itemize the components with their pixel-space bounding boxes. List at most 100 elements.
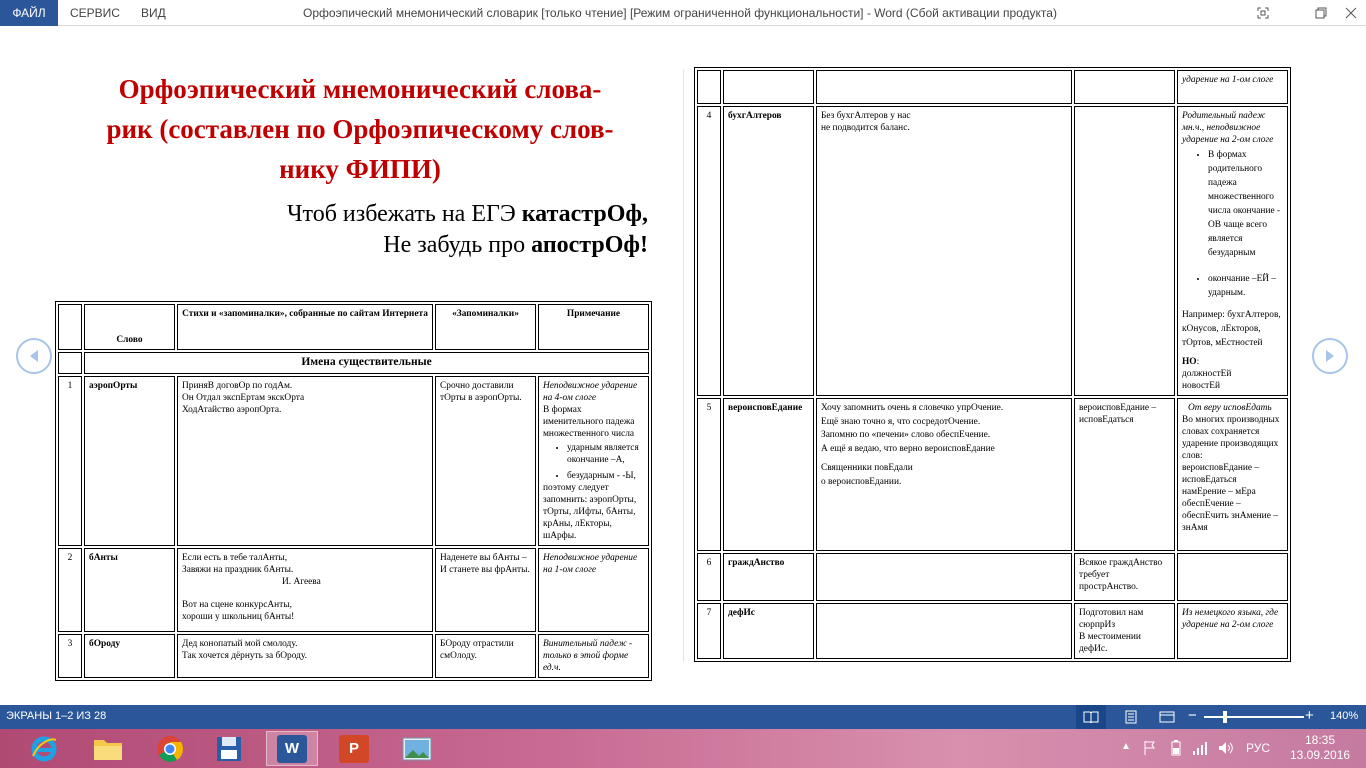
web-layout-button[interactable] xyxy=(1152,705,1182,729)
note-example: Например: бухгАлтеров, кОнусов, лЕкторов… xyxy=(1182,310,1281,348)
note-cell: ударение на 1-ом слоге xyxy=(1177,70,1288,104)
screen-counter: ЭКРАНЫ 1–2 ИЗ 28 xyxy=(6,710,107,722)
poem-line: Дед конопатый мой смолоду. xyxy=(182,639,298,649)
table-cell xyxy=(816,70,1072,104)
table-cell xyxy=(697,70,721,104)
epigraph: Чтоб избежать на ЕГЭ катастрОф, Не забуд… xyxy=(150,199,648,261)
note-line: намЕрение – мЕра xyxy=(1182,487,1256,497)
zoom-slider[interactable] xyxy=(1204,716,1304,718)
header-word: Слово xyxy=(84,304,175,350)
note-italic: Родительный падеж мн.ч., неподвижное уда… xyxy=(1182,111,1274,145)
mnemonic-cell: Всякое граждАнство требует прострАнство. xyxy=(1074,553,1175,601)
zoom-out-button[interactable]: − xyxy=(1188,708,1200,725)
header-mnemonics: «Запоминалки» xyxy=(435,304,536,350)
dictionary-table-continued: ударение на 1-ом слоге 4 бухгАлтеров Без… xyxy=(694,67,1291,662)
tab-view[interactable]: ВИД xyxy=(141,0,166,26)
poem-line: Вот на сцене конкурсАнты, xyxy=(182,600,292,610)
table-row: 1 аэропОрты ПриняВ договОр по годАм. Он … xyxy=(58,376,649,546)
poem-line: Запомню по «печени» слово обеспЕчение. xyxy=(821,430,991,440)
save-app[interactable] xyxy=(203,731,255,766)
row-number: 2 xyxy=(58,548,82,632)
poem-line: Хочу запомнить очень я словечко упрОчени… xyxy=(821,403,1004,413)
poem-cell: Без бухгАлтеров у нас не подводится бала… xyxy=(816,106,1072,396)
mnemonic-cell: БОроду отрастили смОлоду. xyxy=(435,634,536,678)
poem-line: Священники повЕдали xyxy=(821,463,913,473)
close-icon[interactable] xyxy=(1336,0,1366,26)
chrome-app[interactable] xyxy=(144,731,196,766)
epigraph-text: Чтоб избежать на ЕГЭ xyxy=(286,201,522,227)
tray-expand-icon[interactable]: ▲ xyxy=(1121,741,1131,752)
title-line: нику ФИПИ) xyxy=(279,154,441,184)
poem-line: о вероисповЕдании. xyxy=(821,476,902,487)
print-layout-button[interactable] xyxy=(1116,705,1146,729)
fullscreen-icon[interactable] xyxy=(1248,0,1278,26)
note-cell: Родительный падеж мн.ч., неподвижное уда… xyxy=(1177,106,1288,396)
word-app[interactable]: W xyxy=(266,731,318,766)
mnemonic-cell: Срочно доставили тОрты в аэропОрты. xyxy=(435,376,536,546)
dictionary-table: Слово Стихи и «запоминалки», собранные п… xyxy=(55,301,652,681)
word-cell: бОроду xyxy=(84,634,175,678)
photos-app[interactable] xyxy=(391,731,443,766)
ie-app[interactable] xyxy=(18,731,70,766)
mnemonic-cell xyxy=(1074,106,1175,396)
table-row: 3 бОроду Дед конопатый мой смолоду. Так … xyxy=(58,634,649,678)
powerpoint-app[interactable]: P xyxy=(328,731,380,766)
chevron-right-icon xyxy=(1326,350,1334,362)
note-cell: От веру исповЕдать Во многих производных… xyxy=(1177,398,1288,551)
note-italic: Неподвижное ударение на 4-ом слоге xyxy=(543,381,638,403)
status-bar: ЭКРАНЫ 1–2 ИЗ 28 − + 140% xyxy=(0,705,1366,729)
note-but: НО xyxy=(1182,357,1197,367)
row-number: 6 xyxy=(697,553,721,601)
table-row: 7 дефИс Подготовил нам сюрпрИз В местоим… xyxy=(697,603,1288,659)
note-cell: Винительный падеж - только в этой форме … xyxy=(538,634,649,678)
title-bar: ФАЙЛ СЕРВИС ВИД Орфоэпический мнемоничес… xyxy=(0,0,1366,26)
read-mode-button[interactable] xyxy=(1076,705,1106,729)
web-layout-icon xyxy=(1159,711,1175,723)
note-line: знАмя xyxy=(1182,523,1208,533)
clock[interactable]: 18:35 13.09.2016 xyxy=(1290,733,1350,763)
note-line: исповЕдаться xyxy=(1182,475,1237,485)
note-cell xyxy=(1177,553,1288,601)
flag-icon[interactable] xyxy=(1143,740,1157,761)
restore-icon[interactable] xyxy=(1306,0,1336,26)
poem-line: ХодАтайство аэропОрта. xyxy=(182,405,282,415)
table-cell xyxy=(58,352,82,374)
zoom-level[interactable]: 140% xyxy=(1330,710,1358,722)
note-cell: Неподвижное ударение на 1-ом слоге xyxy=(538,548,649,632)
previous-screen-button[interactable] xyxy=(16,338,52,374)
book-icon xyxy=(1083,711,1099,723)
note-text: Во многих производных словах сохраняется… xyxy=(1182,415,1280,461)
note-line: обеспЕчение – xyxy=(1182,499,1241,509)
mnemonic-cell: Подготовил нам сюрпрИз В местоимении деф… xyxy=(1074,603,1175,659)
note-line: должностЕй xyxy=(1182,369,1232,379)
table-row: 2 бАнты Если есть в тебе талАнты, Завяжи… xyxy=(58,548,649,632)
signal-icon[interactable] xyxy=(1192,740,1208,761)
note-line: обеспЕчить знАмение – xyxy=(1182,511,1278,521)
tab-service[interactable]: СЕРВИС xyxy=(70,0,120,26)
poem-line: ПриняВ договОр по годАм. xyxy=(182,381,293,391)
title-line: рик (составлен по Орфоэпическому слов- xyxy=(106,114,614,144)
next-screen-button[interactable] xyxy=(1312,338,1348,374)
powerpoint-icon: P xyxy=(339,734,369,763)
row-number: 5 xyxy=(697,398,721,551)
zoom-in-button[interactable]: + xyxy=(1305,708,1317,724)
mnemonic-cell: Наденете вы бАнты – И станете вы фрАнты. xyxy=(435,548,536,632)
tab-file[interactable]: ФАЙЛ xyxy=(0,0,58,26)
title-line: Орфоэпический мнемонический слова- xyxy=(118,74,602,104)
poem-line: Завяжи на праздник бАнты. xyxy=(182,565,294,575)
volume-icon[interactable] xyxy=(1218,740,1234,761)
poem-author: И. Агеева xyxy=(282,577,321,587)
chevron-left-icon xyxy=(30,350,38,362)
explorer-app[interactable] xyxy=(82,731,134,766)
page-icon xyxy=(1125,710,1137,724)
table-header-row: Слово Стихи и «запоминалки», собранные п… xyxy=(58,304,649,350)
epigraph-bold: катастрОф, xyxy=(521,201,648,227)
language-indicator[interactable]: РУС xyxy=(1246,741,1270,755)
word-cell: бухгАлтеров xyxy=(723,106,814,396)
battery-icon[interactable] xyxy=(1167,740,1185,761)
page-2: ударение на 1-ом слоге 4 бухгАлтеров Без… xyxy=(684,27,1366,702)
note-cell: Из немецкого языка, где ударение на 2-ом… xyxy=(1177,603,1288,659)
zoom-slider-thumb[interactable] xyxy=(1223,711,1227,723)
word-icon: W xyxy=(277,734,307,763)
header-poems: Стихи и «запоминалки», собранные по сайт… xyxy=(177,304,433,350)
